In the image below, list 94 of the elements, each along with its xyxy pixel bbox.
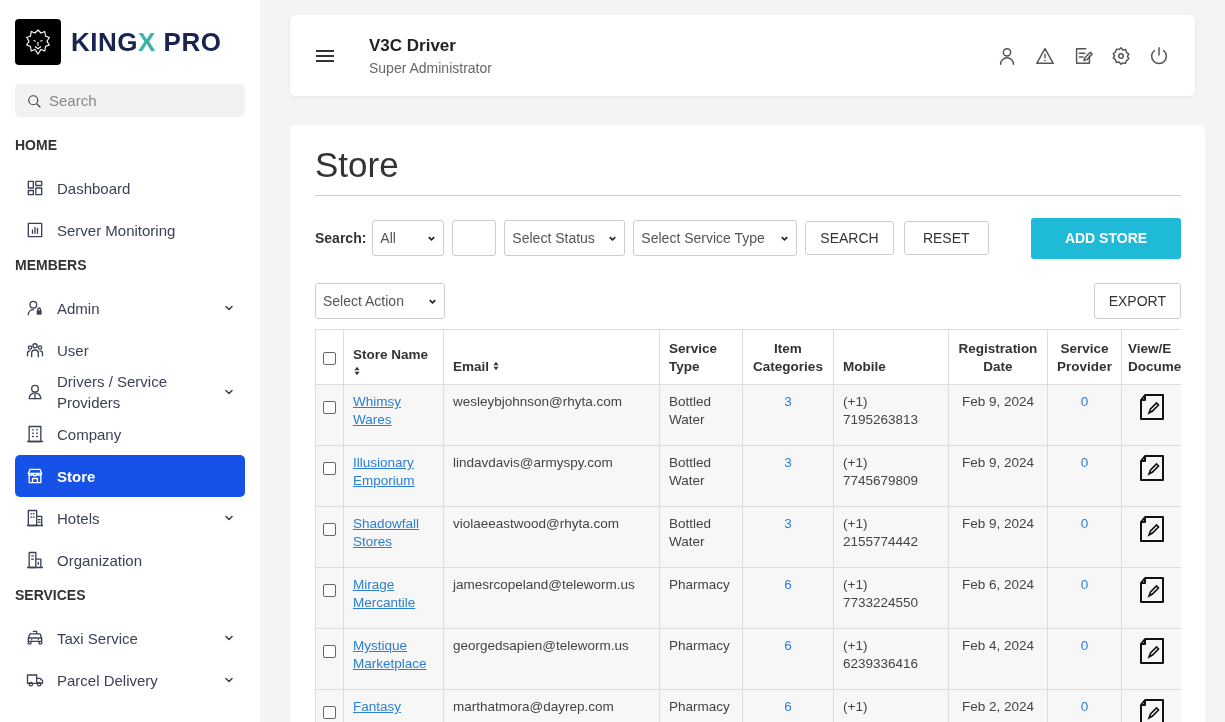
count-link[interactable]: 3 — [784, 394, 792, 409]
table-cell: (+1) 6239336416 — [843, 638, 919, 671]
table-cell: (+1) — [843, 699, 868, 714]
sidebar-item[interactable]: Store — [15, 455, 245, 497]
filter-button[interactable]: RESET — [903, 221, 989, 255]
app-title: V3C Driver — [369, 35, 457, 56]
checkbox[interactable] — [323, 352, 336, 365]
users-icon — [25, 340, 45, 360]
office-building-icon — [25, 550, 45, 570]
section-heading: HOME — [15, 136, 58, 155]
sidebar-item[interactable]: User — [15, 329, 245, 371]
page-title: Store — [315, 145, 400, 185]
sort-icon[interactable] — [492, 361, 501, 371]
filter-dropdown[interactable]: Select Status — [504, 220, 626, 256]
count-link[interactable]: 6 — [784, 638, 792, 653]
bar-chart-icon — [25, 220, 45, 240]
checkbox[interactable] — [323, 645, 336, 658]
building-icon — [25, 424, 45, 444]
brand-name: KINGX PRO — [71, 26, 222, 58]
sidebar-item[interactable]: Organization — [15, 539, 245, 581]
logo-icon — [15, 19, 61, 65]
filter-dropdown[interactable]: Select Service Type — [633, 220, 798, 256]
document-edit-icon[interactable] — [1138, 393, 1165, 421]
count-link[interactable]: 0 — [1080, 394, 1089, 409]
checkbox[interactable] — [323, 401, 336, 414]
sidebar-item[interactable]: Drivers / Service Providers — [15, 371, 245, 413]
taxi-icon — [25, 628, 45, 648]
power-icon[interactable] — [1148, 44, 1170, 67]
sidebar-item[interactable]: Server Monitoring — [15, 209, 245, 251]
table-cell: violaeeastwood@rhyta.com — [453, 516, 620, 531]
table-cell: (+1) 7195263813 — [843, 394, 919, 427]
search-field[interactable]: Search — [15, 84, 245, 117]
sidebar-item[interactable]: Hotels — [15, 497, 245, 539]
settings-icon[interactable] — [1110, 44, 1132, 67]
table-cell: Feb 9, 2024 — [961, 516, 1035, 531]
table-cell: Pharmacy — [669, 577, 730, 592]
checkbox[interactable] — [323, 706, 336, 719]
checkbox[interactable] — [323, 462, 336, 475]
checkbox[interactable] — [323, 584, 336, 597]
menu-icon[interactable] — [315, 48, 335, 63]
document-edit-icon[interactable] — [1138, 637, 1165, 665]
action-dropdown[interactable]: Select Action — [315, 283, 445, 319]
table-cell: Bottled Water — [669, 516, 712, 549]
dashboard-icon — [25, 178, 45, 198]
table-cell: Feb 2, 2024 — [961, 699, 1035, 714]
table-cell: Bottled Water — [669, 394, 712, 427]
table-cell: Bottled Water — [669, 455, 712, 488]
count-link[interactable]: 0 — [1080, 577, 1089, 592]
sidebar-item[interactable]: Company — [15, 413, 245, 455]
table-cell: (+1) 2155774442 — [843, 516, 919, 549]
document-edit-icon[interactable] — [1138, 515, 1165, 543]
column-header[interactable]: Mobile — [843, 358, 886, 376]
table-cell: lindavdavis@armyspy.com — [453, 455, 613, 470]
checkbox[interactable] — [323, 523, 336, 536]
count-link[interactable]: 0 — [1080, 516, 1089, 531]
table-cell: marthatmora@dayrep.com — [453, 699, 614, 714]
table-cell: (+1) 7745679809 — [843, 455, 919, 488]
export-button[interactable]: EXPORT — [1093, 283, 1181, 319]
search-input[interactable] — [452, 220, 497, 256]
document-edit-icon[interactable] — [1138, 576, 1165, 604]
count-link[interactable]: 3 — [784, 455, 792, 470]
user-lock-icon — [25, 298, 45, 318]
table-cell: Feb 9, 2024 — [961, 394, 1035, 409]
table-cell: Feb 9, 2024 — [961, 455, 1035, 470]
count-link[interactable]: 0 — [1080, 699, 1089, 714]
sidebar-item[interactable]: Dashboard — [15, 167, 245, 209]
section-heading: SERVICES — [15, 586, 87, 605]
sort-icon[interactable] — [353, 366, 361, 376]
table-cell: jamesrcopeland@teleworm.us — [453, 577, 635, 592]
count-link[interactable]: 6 — [784, 577, 792, 592]
count-link[interactable]: 3 — [784, 516, 792, 531]
hotel-icon — [25, 508, 45, 528]
sidebar-item[interactable]: Taxi Service — [15, 617, 245, 659]
table-cell: Feb 6, 2024 — [961, 577, 1035, 592]
count-link[interactable]: 0 — [1080, 638, 1089, 653]
filter-button[interactable]: SEARCH — [805, 221, 894, 255]
table-cell: wesleybjohnson@rhyta.com — [453, 394, 623, 409]
sidebar-item[interactable]: Parcel Delivery — [15, 659, 245, 701]
document-edit-icon[interactable] — [1138, 454, 1165, 482]
role-label: Super Administrator — [369, 59, 493, 76]
document-edit-icon[interactable] — [1138, 698, 1165, 722]
table-cell: (+1) 7733224550 — [843, 577, 919, 610]
section-heading: MEMBERS — [15, 256, 88, 275]
filter-dropdown[interactable]: All — [372, 220, 445, 256]
search-label: Search: — [315, 230, 367, 246]
store-icon — [25, 466, 45, 486]
sidebar-item[interactable]: Admin — [15, 287, 245, 329]
table-cell: Pharmacy — [669, 638, 730, 653]
column-header[interactable]: Email — [453, 358, 490, 376]
table-cell: Pharmacy — [669, 699, 730, 714]
count-link[interactable]: 0 — [1080, 455, 1089, 470]
count-link[interactable]: 6 — [784, 699, 792, 714]
table-cell: Feb 4, 2024 — [961, 638, 1035, 653]
table-cell: georgedsapien@teleworm.us — [453, 638, 629, 653]
